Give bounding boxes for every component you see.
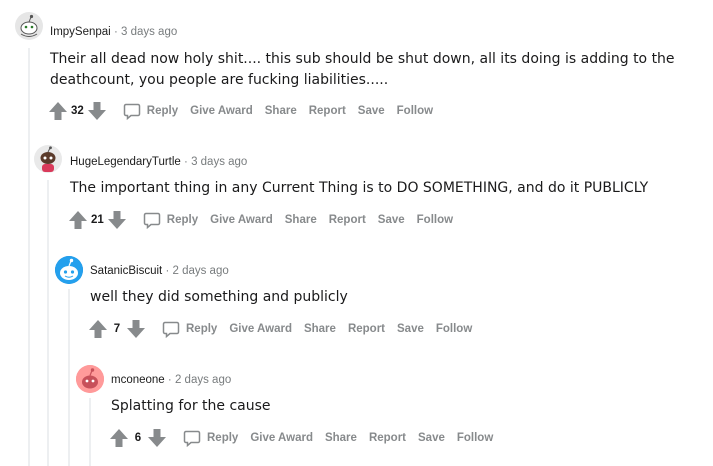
upvote-button[interactable] — [66, 208, 90, 232]
comment-bubble-icon — [143, 212, 161, 229]
username[interactable]: HugeLegendaryTurtle — [70, 156, 181, 168]
upvote-button[interactable] — [46, 99, 70, 123]
avatar[interactable] — [55, 256, 83, 284]
save-button[interactable]: Save — [354, 101, 389, 121]
downvote-button[interactable] — [145, 426, 169, 450]
give-award-button[interactable]: Give Award — [186, 101, 257, 121]
comment-text-line: deathcount, you people are fucking liabi… — [50, 72, 389, 88]
downvote-arrow-icon — [127, 320, 145, 338]
vote-count: 7 — [113, 323, 121, 335]
downvote-arrow-icon — [148, 429, 166, 447]
downvote-arrow-icon — [107, 211, 126, 229]
timestamp[interactable]: 3 days ago — [121, 26, 177, 38]
comment-body: The important thing in any Current Thing… — [70, 178, 648, 199]
action-bar: 7 Reply Give Award Share Report Save Fol… — [86, 317, 480, 341]
timestamp[interactable]: 2 days ago — [175, 374, 231, 386]
give-award-button[interactable]: Give Award — [206, 210, 277, 230]
snoo-avatar-icon — [55, 256, 83, 284]
vote-count: 32 — [71, 105, 84, 117]
reply-label: Reply — [146, 105, 179, 117]
upvote-arrow-icon — [49, 102, 67, 120]
downvote-button[interactable] — [85, 99, 109, 123]
snoo-avatar-icon — [15, 12, 43, 40]
reply-label: Reply — [186, 323, 218, 335]
share-button[interactable]: Share — [321, 428, 361, 448]
comment-bubble-icon — [162, 321, 180, 338]
report-button[interactable]: Report — [344, 319, 389, 339]
report-button[interactable]: Report — [305, 101, 350, 121]
avatar[interactable] — [76, 365, 104, 393]
save-button[interactable]: Save — [393, 319, 428, 339]
username[interactable]: mconeone — [111, 374, 165, 386]
follow-button[interactable]: Follow — [453, 428, 497, 448]
report-button[interactable]: Report — [325, 210, 370, 230]
downvote-button[interactable] — [105, 208, 129, 232]
share-button[interactable]: Share — [300, 319, 340, 339]
meta-separator: · — [165, 265, 170, 277]
timestamp[interactable]: 3 days ago — [191, 156, 247, 168]
thread-line[interactable] — [89, 398, 91, 466]
comment-text-line: well they did something and publicly — [90, 289, 348, 305]
give-award-button[interactable]: Give Award — [225, 319, 296, 339]
comment-body: Their all dead now holy shit.... this su… — [50, 49, 675, 91]
action-bar: 21 Reply Give Award Share Report Save Fo… — [66, 208, 461, 232]
reply-button[interactable]: Reply — [158, 316, 221, 342]
thread-line[interactable] — [68, 289, 70, 466]
follow-button[interactable]: Follow — [393, 101, 437, 121]
meta-separator: · — [113, 26, 118, 38]
vote-count: 6 — [134, 432, 142, 444]
action-bar: 6 Reply Give Award Share Report Save Fol… — [107, 426, 501, 450]
comment-bubble-icon — [183, 430, 201, 447]
upvote-arrow-icon — [110, 429, 128, 447]
give-award-button[interactable]: Give Award — [246, 428, 317, 448]
username[interactable]: SatanicBiscuit — [90, 265, 162, 277]
snoo-avatar-icon — [34, 145, 62, 173]
comment-text-line: Splatting for the cause — [111, 398, 271, 414]
share-button[interactable]: Share — [281, 210, 321, 230]
upvote-arrow-icon — [69, 211, 87, 229]
timestamp[interactable]: 2 days ago — [172, 265, 228, 277]
follow-button[interactable]: Follow — [432, 319, 476, 339]
comment-body: Splatting for the cause — [111, 396, 271, 417]
comment-bubble-icon — [123, 103, 141, 120]
action-bar: 32 Reply Give Award Share Report Save Fo… — [46, 99, 441, 123]
save-button[interactable]: Save — [414, 428, 449, 448]
thread-line[interactable] — [47, 180, 49, 466]
share-button[interactable]: Share — [261, 101, 301, 121]
comment-meta: SatanicBiscuit · 2 days ago — [90, 263, 229, 279]
follow-button[interactable]: Follow — [413, 210, 457, 230]
comment-meta: HugeLegendaryTurtle · 3 days ago — [70, 154, 247, 170]
avatar[interactable] — [15, 12, 43, 40]
save-button[interactable]: Save — [374, 210, 409, 230]
vote-count: 21 — [91, 214, 104, 226]
reply-button[interactable]: Reply — [179, 425, 242, 451]
comment-body: well they did something and publicly — [90, 287, 348, 308]
avatar[interactable] — [34, 145, 62, 173]
upvote-button[interactable] — [86, 317, 110, 341]
upvote-button[interactable] — [107, 426, 131, 450]
report-button[interactable]: Report — [365, 428, 410, 448]
comment-text-line: Their all dead now holy shit.... this su… — [50, 51, 675, 67]
downvote-button[interactable] — [124, 317, 148, 341]
reply-label: Reply — [207, 432, 239, 444]
reply-label: Reply — [166, 214, 199, 226]
reply-button[interactable]: Reply — [119, 98, 182, 124]
comment-text-line: The important thing in any Current Thing… — [70, 180, 649, 196]
meta-separator: · — [167, 374, 172, 386]
username[interactable]: ImpySenpai — [50, 26, 111, 38]
meta-separator: · — [184, 156, 188, 168]
comment-meta: mconeone · 2 days ago — [111, 372, 231, 388]
comment-meta: ImpySenpai · 3 days ago — [50, 24, 177, 40]
thread-line[interactable] — [28, 48, 30, 466]
upvote-arrow-icon — [89, 320, 107, 338]
downvote-arrow-icon — [87, 102, 106, 120]
reply-button[interactable]: Reply — [139, 207, 202, 233]
snoo-avatar-icon — [76, 365, 104, 393]
